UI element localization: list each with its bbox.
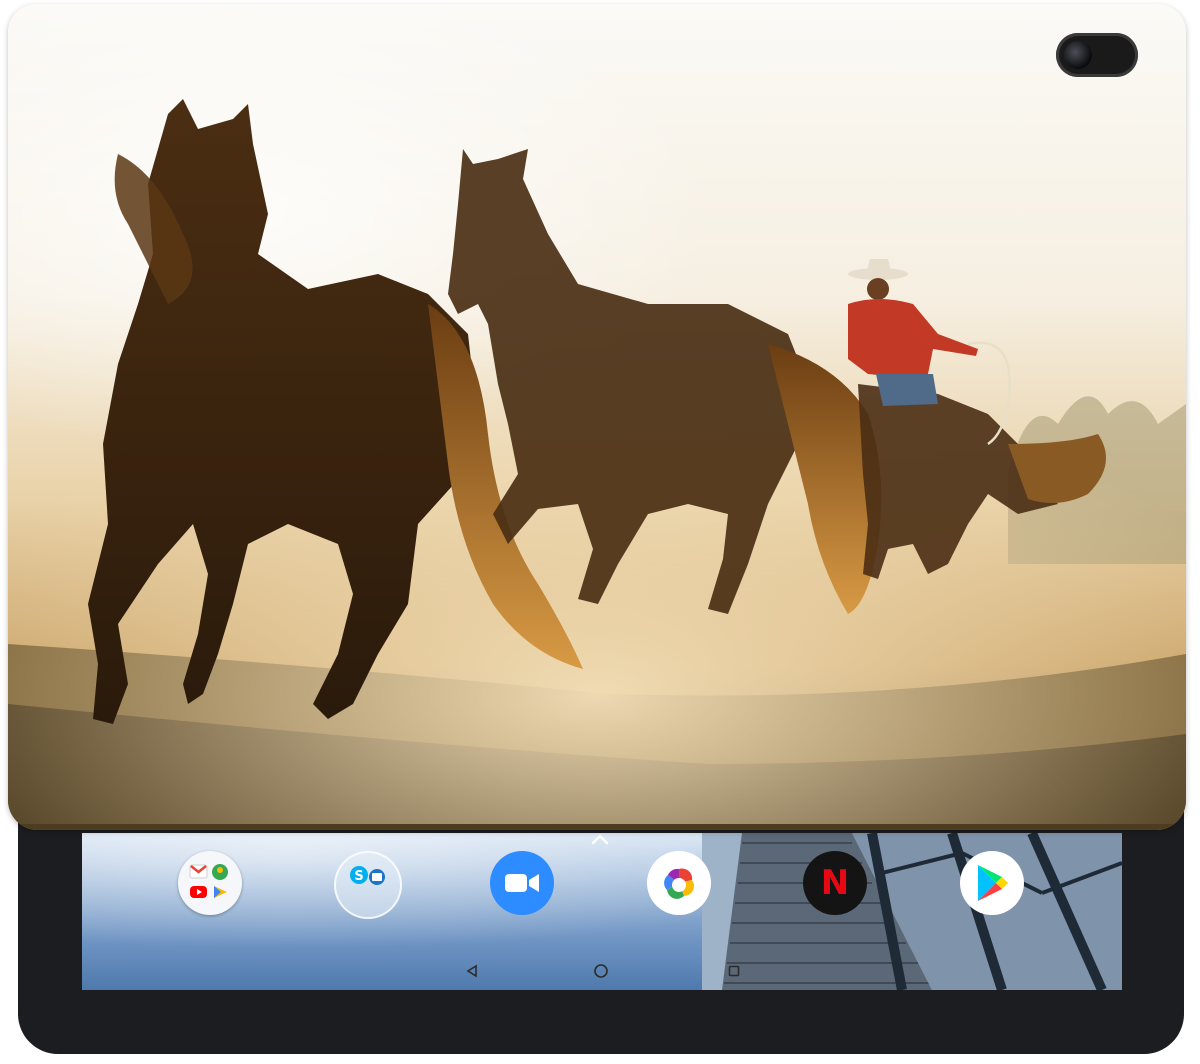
skype-folder-icon: S (350, 866, 385, 885)
nav-home-button[interactable] (590, 960, 612, 982)
netflix-icon: N (820, 863, 850, 903)
skype-folder[interactable]: S (334, 851, 402, 919)
google-apps-folder-icon (189, 864, 228, 898)
home-circle-icon (594, 964, 608, 978)
chevron-up-icon[interactable] (590, 832, 610, 846)
back-triangle-icon (466, 964, 477, 978)
play-store-icon (978, 865, 1008, 901)
app-dock: S N (82, 833, 1122, 953)
photos-app[interactable] (647, 851, 711, 915)
zoom-app[interactable] (490, 851, 554, 915)
camera-lens-icon (1064, 41, 1092, 69)
nav-back-button[interactable] (461, 960, 483, 982)
nav-recents-button[interactable] (723, 960, 745, 982)
colorful-photos-icon (664, 868, 694, 899)
horses-cowboy-photo (8, 4, 1186, 830)
google-apps-folder[interactable] (178, 851, 242, 915)
zoom-video-icon (505, 874, 539, 892)
tablet-case-cover (8, 4, 1186, 830)
svg-text:S: S (354, 869, 363, 884)
play-store-app[interactable] (960, 851, 1024, 915)
recents-square-icon (728, 965, 740, 977)
netflix-app[interactable]: N (803, 851, 867, 915)
